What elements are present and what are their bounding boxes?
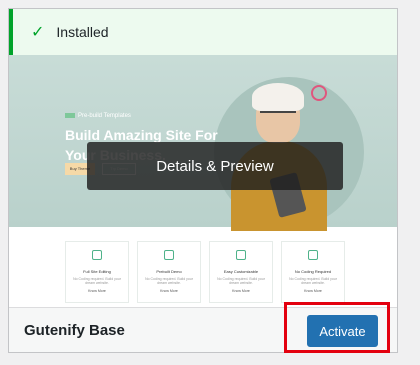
hero-pill-text: Pre-build Templates bbox=[78, 113, 131, 120]
decor-ring bbox=[311, 85, 327, 101]
highlight-box bbox=[284, 302, 390, 353]
feature-desc: No Coding required. Build your dream web… bbox=[145, 277, 193, 285]
feature-link: Know More bbox=[160, 289, 178, 293]
feature-icon bbox=[92, 250, 102, 260]
feature-card: Prebuilt Demo No Coding required. Build … bbox=[137, 241, 201, 303]
feature-link: Know More bbox=[304, 289, 322, 293]
feature-title: Easy Customizable bbox=[223, 269, 259, 274]
feature-card: Easy Customizable No Coding required. Bu… bbox=[209, 241, 273, 303]
feature-icon bbox=[236, 250, 246, 260]
feature-title: No Coding Required bbox=[294, 269, 332, 274]
installed-text: Installed bbox=[56, 24, 109, 40]
feature-title: Prebuilt Demo bbox=[156, 269, 182, 274]
details-preview-overlay[interactable]: Details & Preview bbox=[87, 142, 343, 190]
feature-title: Full Site Editing bbox=[83, 269, 111, 274]
feature-link: Know More bbox=[232, 289, 250, 293]
person-hair bbox=[252, 83, 304, 111]
feature-icon bbox=[164, 250, 174, 260]
hero-banner: Pre-build Templates Build Amazing Site F… bbox=[9, 55, 397, 231]
feature-link: Know More bbox=[88, 289, 106, 293]
feature-list: Full Site Editing No Coding required. Bu… bbox=[65, 241, 345, 303]
checkmark-icon: ✓ bbox=[31, 24, 45, 41]
feature-card: Full Site Editing No Coding required. Bu… bbox=[65, 241, 129, 303]
theme-name: Gutenify Base bbox=[24, 322, 125, 339]
theme-screenshot[interactable]: Pre-build Templates Build Amazing Site F… bbox=[9, 55, 397, 307]
feature-card: No Coding Required No Coding required. B… bbox=[281, 241, 345, 303]
feature-icon bbox=[308, 250, 318, 260]
feature-desc: No Coding required. Build your dream web… bbox=[217, 277, 265, 285]
person-glasses bbox=[260, 111, 296, 121]
feature-desc: No Coding required. Build your dream web… bbox=[73, 277, 121, 285]
installed-notice: ✓ Installed bbox=[9, 9, 397, 55]
feature-desc: No Coding required. Build your dream web… bbox=[289, 277, 337, 285]
hero-pill: Pre-build Templates bbox=[65, 113, 131, 119]
